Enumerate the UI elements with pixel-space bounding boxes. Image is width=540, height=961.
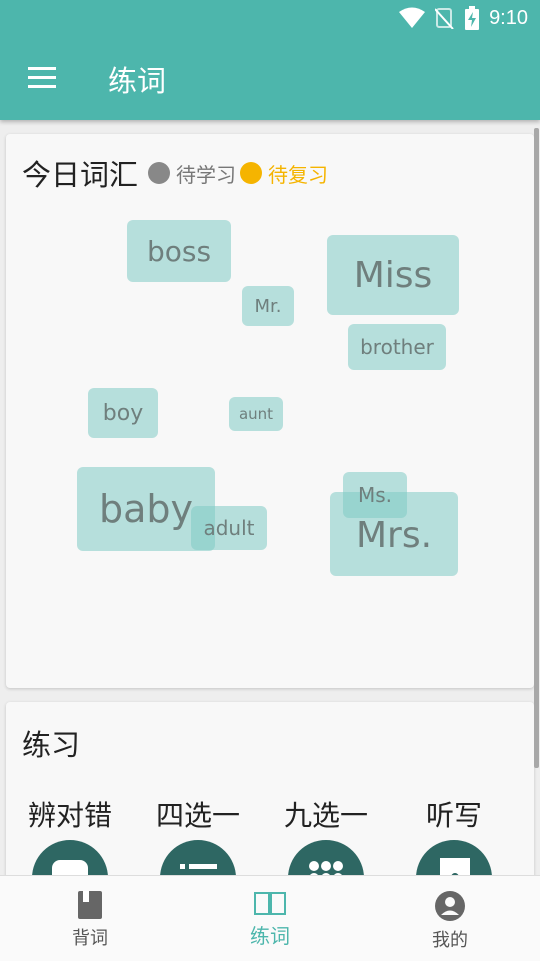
- scrollbar[interactable]: [534, 128, 539, 768]
- legend-to-learn-label: 待学习: [176, 162, 237, 187]
- practice-title: 练习: [22, 728, 81, 762]
- nav-memorize[interactable]: 背词: [0, 876, 180, 961]
- legend-to-learn: 待学习: [148, 159, 236, 188]
- page-title: 练词: [108, 64, 167, 98]
- legend-to-review: 待复习: [240, 159, 328, 188]
- nav-practice-label: 练词: [250, 924, 290, 948]
- word-tag-brother[interactable]: brother: [348, 324, 446, 370]
- nav-practice[interactable]: 练词: [180, 876, 360, 961]
- app-bar: 9:10 练词: [0, 0, 540, 120]
- today-vocab-card: 今日词汇 待学习 待复习 boss Miss Mr. brother boy a…: [6, 134, 534, 688]
- vocab-title: 今日词汇: [22, 158, 139, 192]
- open-book-icon: [254, 892, 286, 915]
- word-tag-aunt[interactable]: aunt: [229, 397, 283, 431]
- status-bar: 9:10: [399, 4, 528, 32]
- word-tag-mr[interactable]: Mr.: [242, 286, 294, 326]
- word-tag-boss[interactable]: boss: [127, 220, 231, 282]
- legend-to-review-label: 待复习: [268, 162, 329, 187]
- wifi-icon: [399, 7, 426, 28]
- nav-memorize-label: 背词: [72, 928, 108, 949]
- gray-dot-icon: [148, 162, 171, 184]
- practice-four-choice-label: 四选一: [155, 799, 240, 832]
- practice-dictation-label: 听写: [425, 799, 482, 832]
- battery-charging-icon: [465, 6, 480, 30]
- nav-me-label: 我的: [432, 930, 468, 951]
- status-time: 9:10: [489, 6, 528, 29]
- practice-nine-choice-label: 九选一: [283, 799, 368, 832]
- word-tag-ms[interactable]: Ms.: [343, 472, 407, 518]
- menu-icon[interactable]: [28, 67, 56, 89]
- account-icon: [435, 891, 465, 921]
- word-tag-adult[interactable]: adult: [191, 506, 267, 550]
- vocab-header: 今日词汇 待学习 待复习: [22, 152, 332, 194]
- nav-me[interactable]: 我的: [360, 876, 540, 961]
- word-tag-boy[interactable]: boy: [88, 388, 158, 438]
- practice-true-false-label: 辨对错: [27, 799, 112, 832]
- book-icon: [78, 891, 102, 919]
- no-signal-icon: [435, 8, 454, 29]
- orange-dot-icon: [240, 162, 263, 184]
- bottom-nav: 背词 练词 我的: [0, 875, 540, 961]
- word-tag-miss[interactable]: Miss: [327, 235, 459, 315]
